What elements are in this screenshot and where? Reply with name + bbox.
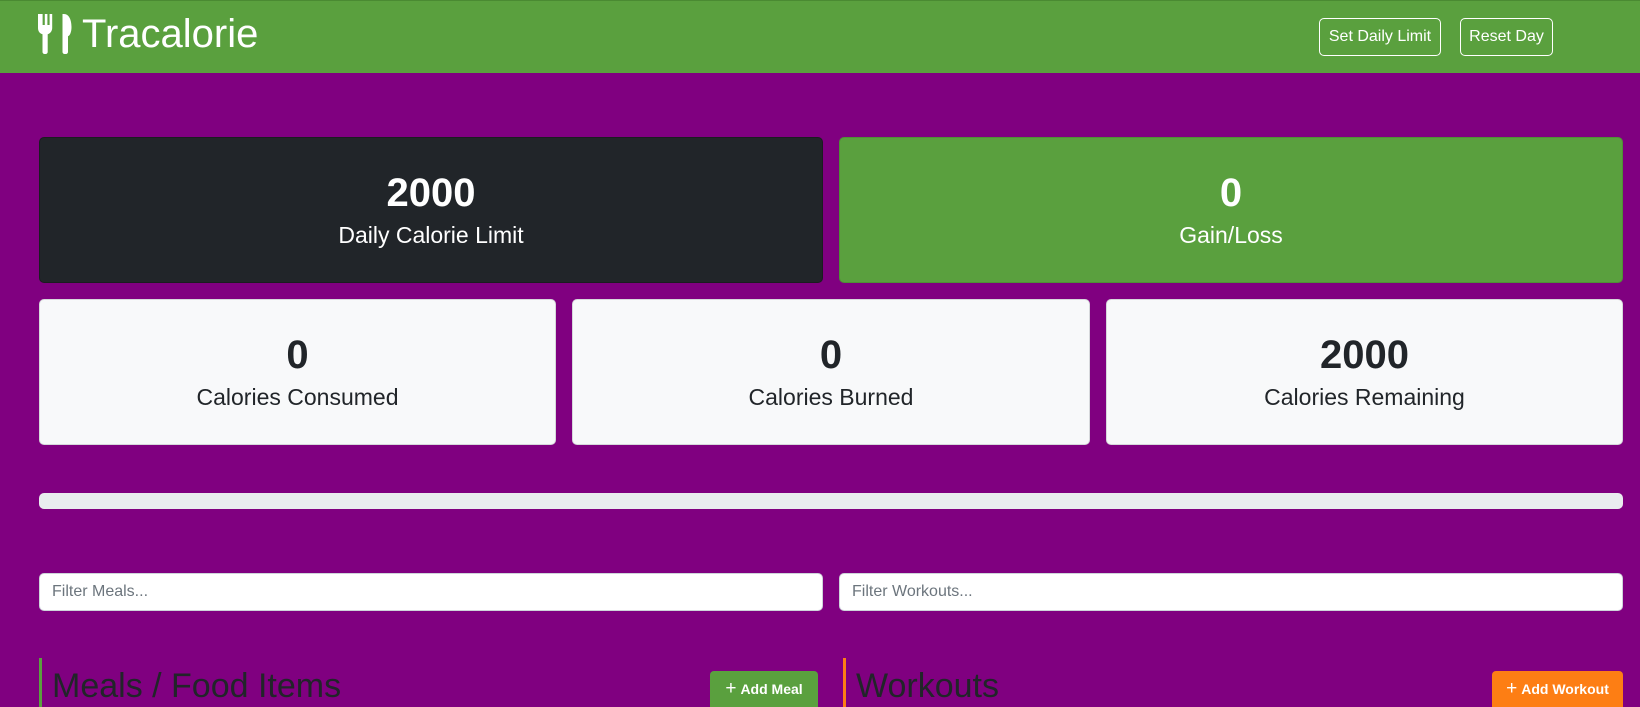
- calories-burned-label: Calories Burned: [748, 384, 914, 410]
- plus-icon: +: [725, 678, 737, 699]
- brand-title: Tracalorie: [82, 12, 259, 56]
- calories-consumed-label: Calories Consumed: [196, 384, 399, 410]
- gain-loss-label: Gain/Loss: [1179, 222, 1283, 248]
- reset-day-button[interactable]: Reset Day: [1460, 18, 1553, 56]
- navbar: Tracalorie Set Daily Limit Reset Day: [0, 0, 1640, 73]
- add-meal-button[interactable]: + Add Meal: [710, 671, 818, 707]
- calories-remaining-value: 2000: [1320, 333, 1409, 377]
- gain-loss-card: 0 Gain/Loss: [839, 137, 1623, 283]
- meals-section: Meals / Food Items: [39, 658, 823, 707]
- workouts-heading: Workouts: [856, 667, 999, 705]
- gain-loss-value: 0: [1219, 171, 1243, 215]
- calories-burned-value: 0: [819, 333, 843, 377]
- filter-workouts-input[interactable]: [839, 573, 1623, 611]
- calories-remaining-card: 2000 Calories Remaining: [1106, 299, 1623, 445]
- utensils-icon: [38, 14, 72, 54]
- plus-icon: +: [1506, 678, 1518, 699]
- daily-limit-card: 2000 Daily Calorie Limit: [39, 137, 823, 283]
- daily-limit-value: 2000: [386, 171, 476, 215]
- calorie-progress-bar: [39, 493, 1623, 509]
- calories-consumed-card: 0 Calories Consumed: [39, 299, 556, 445]
- calories-remaining-label: Calories Remaining: [1264, 384, 1465, 410]
- calories-consumed-value: 0: [286, 333, 309, 377]
- add-workout-label: Add Workout: [1521, 681, 1609, 697]
- calories-burned-card: 0 Calories Burned: [572, 299, 1090, 445]
- add-meal-label: Add Meal: [740, 681, 803, 697]
- daily-limit-label: Daily Calorie Limit: [338, 222, 524, 248]
- filter-meals-input[interactable]: [39, 573, 823, 611]
- add-workout-button[interactable]: + Add Workout: [1492, 671, 1623, 707]
- set-daily-limit-button[interactable]: Set Daily Limit: [1319, 18, 1441, 56]
- meals-heading: Meals / Food Items: [52, 667, 342, 705]
- brand[interactable]: Tracalorie: [38, 9, 258, 59]
